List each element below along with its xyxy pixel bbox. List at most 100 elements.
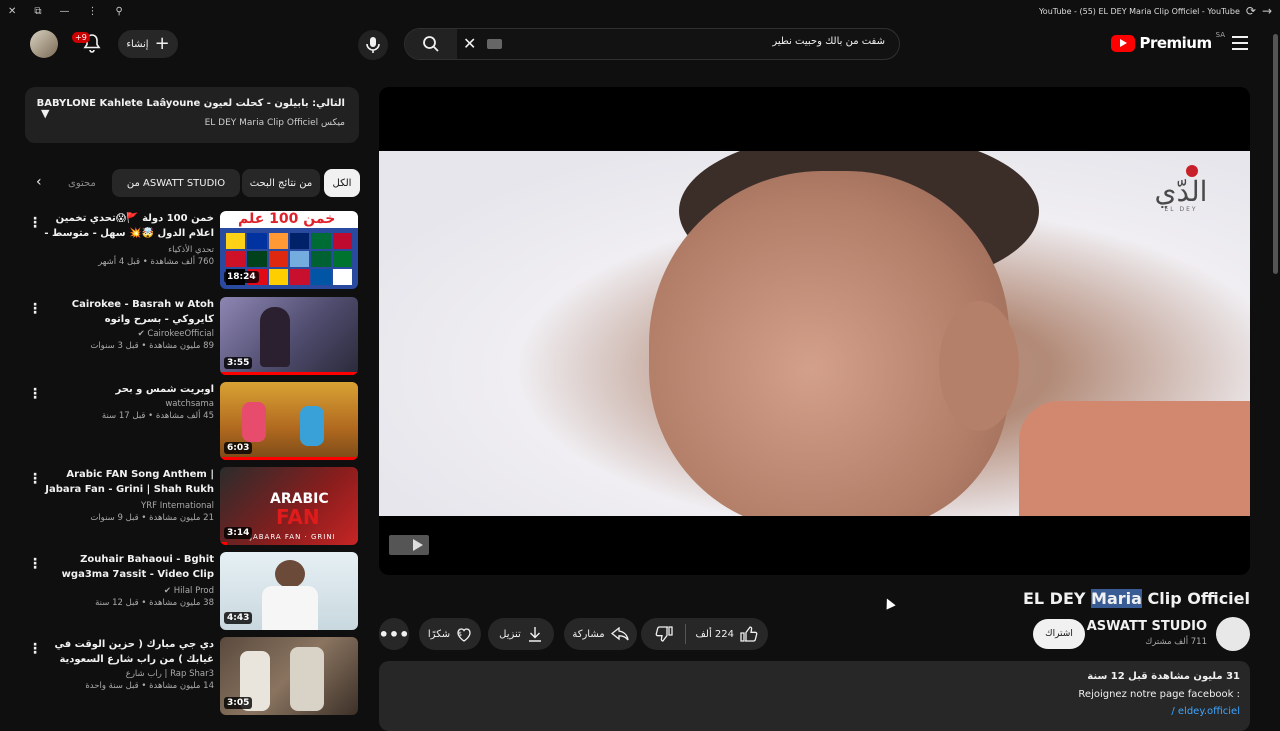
title-part: Clip Officiel	[1141, 589, 1251, 608]
video-duration: 3:05	[224, 697, 253, 709]
search-button[interactable]	[405, 29, 457, 59]
microphone-icon	[366, 37, 380, 53]
download-button[interactable]: تنزيل	[488, 618, 554, 650]
list-item[interactable]: 3:55 Cairokee - Basrah w Atoh كايروكي - …	[20, 297, 360, 377]
browser-titlebar: ✕ ⧉ — ⋮ ⚲ YouTube - (55) EL DEY Maria Cl…	[0, 0, 1280, 22]
like-button[interactable]: 224 ألف	[696, 618, 758, 650]
search-icon[interactable]: ⚲	[116, 6, 123, 17]
logo-region: SA	[1215, 31, 1225, 39]
keyboard-icon[interactable]	[487, 39, 502, 49]
thumbs-down-icon[interactable]	[655, 626, 673, 642]
view-count: 14 مليون مشاهدة • قبل سنة واحدة	[85, 681, 214, 691]
description-link[interactable]: / eldey.officiel	[1171, 706, 1240, 717]
video-frame: الدّي EL DEY	[379, 151, 1250, 516]
share-label: مشاركة	[572, 628, 605, 640]
playlist-channel: EL DEY Maria Clip Officiel	[204, 118, 319, 128]
channel-avatar[interactable]	[1216, 617, 1250, 651]
more-actions-icon[interactable]: ⋮	[28, 215, 42, 231]
view-count: 45 ألف مشاهدة • قبل 17 سنة	[101, 411, 214, 421]
video-title[interactable]: Arabic FAN Song Anthem | Jabara Fan - Gr…	[40, 467, 214, 499]
list-item[interactable]: 6:03 اوبريت شمس و بحر watchsama 45 ألف م…	[20, 382, 360, 462]
channel-name[interactable]: watchsama	[40, 399, 214, 409]
search-input[interactable]: شفت من بالك وحبيت نطير	[772, 36, 885, 47]
chevron-left-icon[interactable]: ‹	[36, 174, 42, 190]
share-icon	[610, 627, 629, 641]
avatar[interactable]	[30, 30, 58, 58]
titlebar-right: YouTube - (55) EL DEY Maria Clip Officie…	[1039, 0, 1272, 22]
chip-content[interactable]: محتوى	[68, 169, 98, 197]
more-actions-icon[interactable]: ⋮	[28, 641, 42, 657]
create-button[interactable]: إنشاء +	[118, 30, 178, 58]
notifications-badge: +9	[72, 32, 90, 43]
video-meta: دي جي مبارك ( حزين الوقت في غيابك ) من ر…	[40, 637, 214, 691]
watermark-latin: EL DEY	[1164, 205, 1198, 213]
forward-icon[interactable]: →	[1262, 4, 1272, 18]
playlist-next-title: التالي: بابيلون - كحلت لعيون BABYLONE Ka…	[36, 98, 345, 109]
video-meta: Arabic FAN Song Anthem | Jabara Fan - Gr…	[40, 467, 214, 523]
view-count: 38 مليون مشاهدة • قبل 12 سنة	[95, 598, 214, 608]
mix-playlist-header[interactable]: ▼ التالي: بابيلون - كحلت لعيون BABYLONE …	[25, 87, 359, 143]
views-and-date: 31 مليون مشاهدة قبل 12 سنة	[1087, 671, 1240, 682]
titlebar-controls: ✕ ⧉ — ⋮ ⚲	[8, 0, 123, 22]
video-title[interactable]: اوبريت شمس و بحر	[40, 382, 214, 397]
chip-aswatt[interactable]: من ASWATT STUDIO	[112, 169, 240, 197]
channel-name[interactable]: YRF International	[40, 501, 214, 511]
scrollbar-thumb[interactable]	[1273, 34, 1278, 274]
more-horizontal-icon: •••	[378, 624, 410, 644]
video-meta: Cairokee - Basrah w Atoh كايروكي - بسرح …	[40, 297, 214, 351]
channel-name[interactable]: CairokeeOfficial ✔	[40, 329, 214, 339]
video-meta: خمن 100 دولة 🚩😱تحدي تخمين اعلام الدول 🤯💥…	[40, 211, 214, 267]
pin-icon[interactable]: ⧉	[34, 6, 41, 17]
share-button[interactable]: مشاركة	[564, 618, 637, 650]
video-meta: Zouhair Bahaoui - Bghit wga3ma 7assit - …	[40, 552, 214, 608]
list-item[interactable]: 3:05 دي جي مبارك ( حزين الوقت في غيابك )…	[20, 637, 360, 717]
video-description[interactable]: 31 مليون مشاهدة قبل 12 سنة Rejoignez not…	[379, 661, 1250, 731]
minimize-icon[interactable]: —	[60, 6, 70, 17]
like-divider	[685, 624, 686, 644]
video-player[interactable]: الدّي EL DEY	[379, 87, 1250, 575]
more-actions-icon[interactable]: ⋮	[28, 301, 42, 317]
like-dislike-group: 224 ألف	[641, 618, 768, 650]
youtube-premium-logo[interactable]: Premium SA	[1111, 31, 1225, 52]
more-icon[interactable]: ⋮	[88, 6, 98, 17]
channel-name[interactable]: تحدي الأذكياء	[40, 245, 214, 255]
thanks-button[interactable]: $ شكرًا	[419, 618, 481, 650]
chip-search-results[interactable]: من نتائج البحث	[242, 169, 320, 197]
filter-chips: ‹ محتوى من ASWATT STUDIO من نتائج البحث …	[30, 169, 360, 197]
more-actions-icon[interactable]: ⋮	[28, 556, 42, 572]
list-item[interactable]: خمن 100 علم 18:24 خمن 100 دولة 🚩😱تحدي تخ…	[20, 211, 360, 291]
video-title[interactable]: Zouhair Bahaoui - Bghit wga3ma 7assit - …	[40, 552, 214, 584]
list-item[interactable]: 4:43 Zouhair Bahaoui - Bghit wga3ma 7ass…	[20, 552, 360, 632]
super-thanks-icon: $	[457, 628, 471, 642]
subscribe-button[interactable]: اشتراك	[1033, 619, 1085, 649]
video-title[interactable]: خمن 100 دولة 🚩😱تحدي تخمين اعلام الدول 🤯💥…	[40, 211, 214, 243]
more-actions-icon[interactable]: ⋮	[28, 386, 42, 402]
video-duration: 3:14	[224, 527, 253, 539]
guide-menu-icon[interactable]	[1232, 36, 1248, 50]
video-duration: 6:03	[224, 442, 253, 454]
channel-name[interactable]: ASWATT STUDIO	[1087, 619, 1207, 634]
reload-icon[interactable]: ⟳	[1246, 4, 1256, 18]
like-count: 224 ألف	[695, 628, 734, 640]
more-actions-button[interactable]: •••	[379, 618, 409, 650]
voice-search-button[interactable]	[358, 30, 388, 60]
chip-all[interactable]: الكل	[324, 169, 360, 197]
play-preview-icon[interactable]	[389, 535, 429, 555]
thanks-label: شكرًا	[427, 628, 451, 640]
more-actions-icon[interactable]: ⋮	[28, 471, 42, 487]
list-item[interactable]: ARABIC FAN JABARA FAN · GRINI 3:14 Arabi…	[20, 467, 360, 547]
page-scrollbar[interactable]	[1270, 22, 1280, 720]
playlist-subtitle: ميكس EL DEY Maria Clip Officiel	[205, 118, 345, 128]
video-title[interactable]: دي جي مبارك ( حزين الوقت في غيابك ) من ر…	[40, 637, 214, 667]
channel-name[interactable]: Rap Shar3 | راب شارع	[40, 669, 214, 679]
search-box: ✕ شفت من بالك وحبيت نطير	[404, 28, 900, 60]
video-meta: اوبريت شمس و بحر watchsama 45 ألف مشاهدة…	[40, 382, 214, 421]
close-icon[interactable]: ✕	[8, 6, 16, 17]
video-title[interactable]: Cairokee - Basrah w Atoh كايروكي - بسرح …	[40, 297, 214, 327]
download-icon	[528, 627, 541, 642]
view-count: 21 مليون مشاهدة • قبل 9 سنوات	[90, 513, 214, 523]
channel-name[interactable]: Hilal Prod ✔	[40, 586, 214, 596]
mix-label: ميكس	[321, 118, 345, 128]
clear-search-icon[interactable]: ✕	[463, 34, 476, 53]
verified-icon: ✔	[163, 586, 172, 596]
